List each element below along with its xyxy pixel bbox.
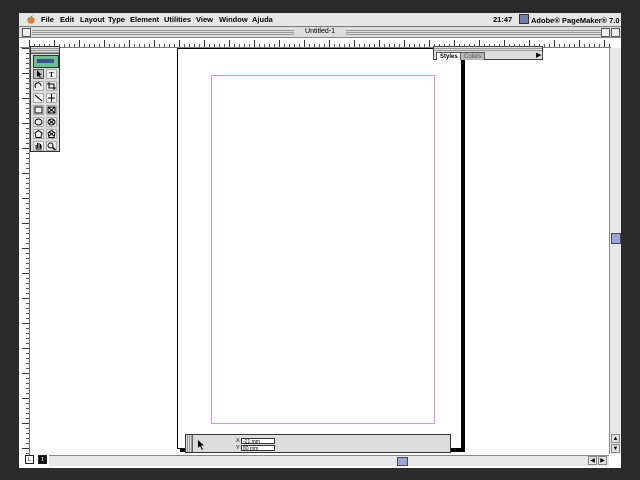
arrow-icon [37,70,42,78]
toolbox-drag-bar[interactable] [31,47,59,54]
pointer-proxy-icon [198,440,204,450]
scroll-right-arrow-icon[interactable]: ▶ [598,456,607,465]
menu-view[interactable]: View [196,14,213,25]
rectangle-tool-icon[interactable] [33,105,44,115]
rectangle-frame-tool-icon[interactable] [46,105,57,115]
polygon-tool-icon[interactable] [33,129,44,139]
scroll-up-arrow-icon[interactable]: ▲ [611,434,620,443]
toolbox-preview-bar [37,59,54,63]
constrained-line-tool-icon[interactable] [46,93,57,103]
vertical-scroll-thumb[interactable] [611,233,621,244]
x-position-input[interactable]: -21 mm [241,438,275,445]
menu-ajuda[interactable]: Ajuda [252,14,273,25]
x-label: X [236,438,240,444]
zoom-box-icon[interactable] [601,28,610,37]
toolbox-preview [33,55,59,68]
menu-file[interactable]: File [41,14,54,25]
control-palette-drag-bar[interactable] [186,435,193,452]
pointer-tool-icon[interactable] [33,69,44,79]
menu-type[interactable]: Type [108,14,125,25]
crop-tool-icon[interactable] [46,81,57,91]
page-1-label: 1 [41,457,44,463]
apple-icon[interactable] [26,15,36,25]
vertical-ruler[interactable] [20,48,30,456]
window-titlebar[interactable]: Untitled-1 [19,27,621,38]
window-title: Untitled-1 [294,27,346,37]
page-icons: L 1 [21,454,49,465]
styles-palette: Styles Colors ▶ [433,46,543,60]
master-page-icon[interactable]: L [25,455,34,464]
polygon-frame-tool-icon[interactable] [46,129,57,139]
menubar-clock: 21:47 [493,15,513,24]
hand-tool-icon[interactable] [33,141,44,151]
menu-window[interactable]: Window [219,14,248,25]
tab-colors[interactable]: Colors [460,52,486,60]
text-tool-glyph: T [49,71,54,79]
rotate-tool-icon[interactable] [33,81,44,91]
application-menu[interactable]: Adobe® PageMaker® 7.0 [519,14,620,26]
horizontal-scroll-thumb[interactable] [397,457,408,466]
palette-menu-arrow-icon[interactable]: ▶ [536,52,541,60]
tab-styles[interactable]: Styles [436,52,462,60]
close-box-icon[interactable] [22,28,31,37]
collapse-box-icon[interactable] [611,28,620,37]
line-tool-icon[interactable] [33,93,44,103]
ellipse-tool-icon[interactable] [33,117,44,127]
document-page[interactable] [177,48,462,449]
master-page-label: L [28,457,31,463]
pagemaker-app-icon [519,14,529,24]
y-position-input[interactable]: 80 mm [241,445,275,452]
zoom-tool-icon[interactable] [46,141,57,151]
application-name: Adobe® PageMaker® 7.0 [531,16,620,25]
control-palette: X -21 mm Y 80 mm [185,434,451,453]
ellipse-frame-tool-icon[interactable] [46,117,57,127]
menubar: File Edit Layout Type Element Utilities … [19,13,621,27]
vertical-ruler-ticks [22,48,29,456]
y-label: Y [236,445,240,451]
menu-element[interactable]: Element [130,14,159,25]
screen: File Edit Layout Type Element Utilities … [19,13,621,468]
margin-guides [211,75,435,424]
text-tool-icon[interactable]: T [46,69,57,79]
menu-layout[interactable]: Layout [80,14,105,25]
page-1-icon[interactable]: 1 [38,455,47,464]
menu-utilities[interactable]: Utilities [164,14,191,25]
horizontal-scrollbar[interactable]: ◀ ▶ [49,455,609,466]
vertical-scrollbar[interactable]: ▲ ▼ [609,48,621,454]
scroll-left-arrow-icon[interactable]: ◀ [588,456,597,465]
toolbox-palette: T [30,46,60,152]
menu-edit[interactable]: Edit [60,14,74,25]
scroll-down-arrow-icon[interactable]: ▼ [611,444,620,453]
